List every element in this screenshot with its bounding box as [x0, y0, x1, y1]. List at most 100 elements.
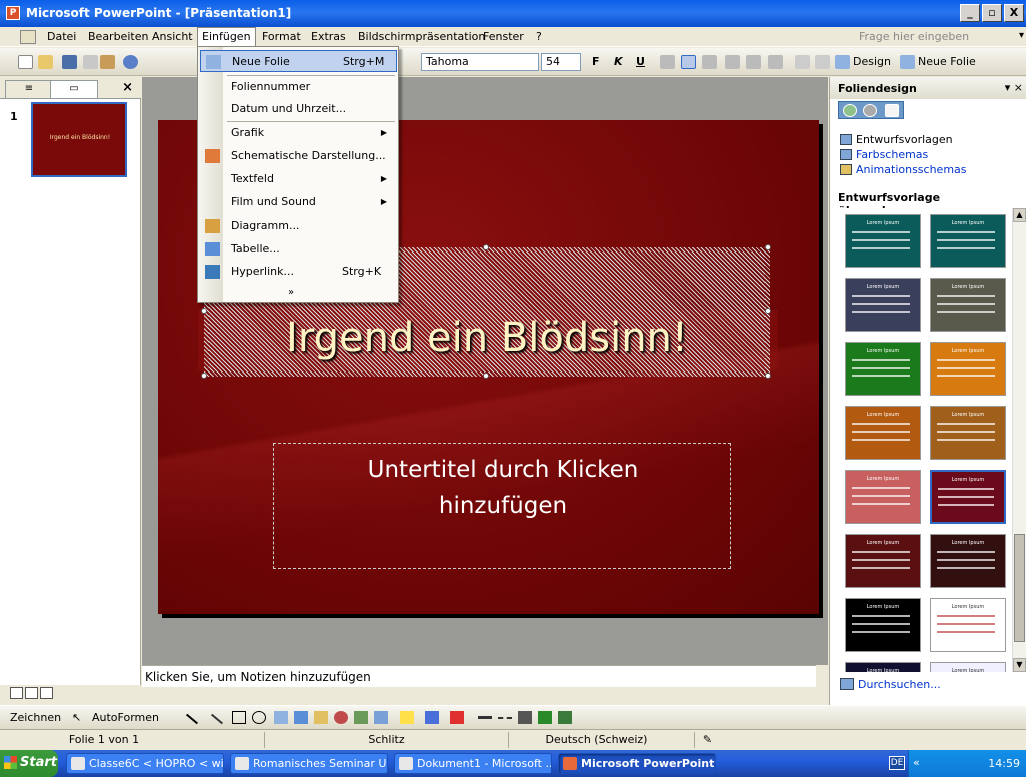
tab-outline[interactable]: ≡: [5, 80, 53, 98]
minimize-button[interactable]: _: [960, 4, 980, 22]
slideshow-icon[interactable]: [40, 687, 53, 699]
browse-link[interactable]: Durchsuchen...: [840, 678, 941, 691]
insert-menu-item[interactable]: Neue Folie Strg+M: [200, 50, 397, 72]
tab-slides[interactable]: ▭: [50, 80, 98, 98]
expand-menu-icon[interactable]: »: [288, 287, 294, 298]
menu-bearbeiten[interactable]: Bearbeiten: [84, 30, 152, 43]
subtitle-placeholder[interactable]: Untertitel durch Klicken hinzufügen: [273, 443, 731, 569]
link-farbschemas[interactable]: Farbschemas: [840, 148, 928, 161]
design-template-thumbnail[interactable]: Lorem Ipsum: [845, 406, 921, 460]
font-size-select[interactable]: 54: [541, 53, 581, 71]
design-template-thumbnail[interactable]: Lorem Ipsum: [845, 662, 921, 672]
close-button[interactable]: X: [1004, 4, 1024, 22]
oval-icon[interactable]: [252, 711, 266, 724]
notes-pane[interactable]: Klicken Sie, um Notizen hinzuzufügen: [142, 665, 828, 687]
design-template-thumbnail[interactable]: Lorem Ipsum: [930, 470, 1006, 524]
draw-menu-button[interactable]: Zeichnen: [10, 711, 61, 724]
3d-icon[interactable]: [558, 711, 572, 724]
align-left-icon[interactable]: [660, 55, 675, 69]
close-pane-icon[interactable]: ×: [122, 80, 133, 95]
home-icon[interactable]: [885, 104, 899, 117]
title-bar[interactable]: P Microsoft PowerPoint - [Präsentation1]…: [0, 0, 1026, 27]
help-search-input[interactable]: Frage hier eingeben: [859, 29, 971, 45]
powerpoint-app-icon[interactable]: P: [6, 6, 20, 20]
design-template-thumbnail[interactable]: Lorem Ipsum: [845, 470, 921, 524]
subtitle-line-1[interactable]: Untertitel durch Klicken: [274, 452, 732, 488]
design-template-thumbnail[interactable]: Lorem Ipsum: [845, 278, 921, 332]
taskbar-item-powerpoint[interactable]: Microsoft PowerPoint ...: [558, 753, 716, 774]
resize-handle[interactable]: [483, 373, 489, 379]
line-color-icon[interactable]: [425, 711, 439, 724]
design-template-thumbnail[interactable]: Lorem Ipsum: [845, 214, 921, 268]
new-slide-toolbar-icon[interactable]: [900, 55, 915, 69]
notes-placeholder[interactable]: Klicken Sie, um Notizen hinzuzufügen: [145, 670, 371, 684]
italic-button[interactable]: K: [614, 55, 623, 68]
insert-menu-item[interactable]: Datum und Uhrzeit...: [200, 98, 397, 120]
chart-insert-icon[interactable]: [314, 711, 328, 724]
scrollbar[interactable]: [816, 665, 828, 687]
design-template-thumbnail[interactable]: Lorem Ipsum: [845, 598, 921, 652]
language-indicator[interactable]: DE: [889, 756, 905, 770]
menu-help[interactable]: ?: [532, 30, 546, 43]
taskbar-item[interactable]: Classe6C < HOPRO < wi...: [66, 753, 224, 774]
dash-style-icon[interactable]: [498, 717, 512, 719]
slide-sorter-icon[interactable]: [25, 687, 38, 699]
underline-button[interactable]: U: [636, 55, 645, 68]
insert-menu-item[interactable]: Diagramm...: [200, 215, 397, 237]
normal-view-icon[interactable]: [10, 687, 23, 699]
menu-ansicht[interactable]: Ansicht: [148, 30, 197, 43]
wordart-icon[interactable]: [294, 711, 308, 724]
new-slide-button[interactable]: Neue Folie: [918, 55, 976, 68]
picture-icon[interactable]: [374, 711, 388, 724]
shadow-icon[interactable]: [538, 711, 552, 724]
subtitle-line-2[interactable]: hinzufügen: [274, 488, 732, 524]
resize-handle[interactable]: [483, 244, 489, 250]
open-icon[interactable]: [38, 55, 53, 69]
start-button[interactable]: Start: [0, 750, 58, 777]
menu-bildschirmpraesentation[interactable]: Bildschirmpräsentation: [354, 30, 489, 43]
menu-fenster[interactable]: Fenster: [479, 30, 528, 43]
gallery-scrollbar[interactable]: ▲ ▼: [1012, 208, 1026, 672]
insert-menu-item[interactable]: Hyperlink... Strg+K: [200, 261, 397, 283]
rectangle-icon[interactable]: [232, 711, 246, 724]
menu-format[interactable]: Format: [258, 30, 305, 43]
insert-menu-item[interactable]: Tabelle...: [200, 238, 397, 260]
back-icon[interactable]: [843, 104, 857, 117]
fill-color-icon[interactable]: [400, 711, 414, 724]
paste-icon[interactable]: [100, 55, 115, 69]
select-arrow-icon[interactable]: ↖: [72, 711, 81, 724]
design-template-thumbnail[interactable]: Lorem Ipsum: [930, 278, 1006, 332]
copy-icon[interactable]: [83, 55, 98, 69]
resize-handle[interactable]: [201, 373, 207, 379]
decrease-indent-icon[interactable]: [795, 55, 810, 69]
menu-datei[interactable]: Datei: [43, 30, 80, 43]
numbering-icon[interactable]: [725, 55, 740, 69]
new-icon[interactable]: [18, 55, 33, 69]
bold-button[interactable]: F: [592, 55, 600, 68]
design-template-thumbnail[interactable]: Lorem Ipsum: [930, 598, 1006, 652]
increase-font-icon[interactable]: [768, 55, 783, 69]
design-template-thumbnail[interactable]: Lorem Ipsum: [930, 406, 1006, 460]
undo-icon[interactable]: [123, 55, 138, 69]
font-name-select[interactable]: Tahoma: [421, 53, 539, 71]
resize-handle[interactable]: [765, 308, 771, 314]
link-entwurfsvorlagen[interactable]: Entwurfsvorlagen: [840, 133, 953, 146]
resize-handle[interactable]: [201, 308, 207, 314]
resize-handle[interactable]: [765, 244, 771, 250]
tray-expand-icon[interactable]: «: [913, 756, 920, 769]
taskbar-item[interactable]: Dokument1 - Microsoft ...: [394, 753, 552, 774]
design-template-thumbnail[interactable]: Lorem Ipsum: [930, 214, 1006, 268]
slide-title[interactable]: Irgend ein Blödsinn!: [209, 315, 765, 361]
design-template-thumbnail[interactable]: Lorem Ipsum: [845, 342, 921, 396]
task-pane-dropdown-icon[interactable]: ▾ ×: [1005, 81, 1023, 94]
increase-indent-icon[interactable]: [815, 55, 830, 69]
clipart-icon[interactable]: [354, 711, 368, 724]
line-icon[interactable]: [185, 713, 199, 725]
diagram-icon[interactable]: [334, 711, 348, 724]
design-template-thumbnail[interactable]: Lorem Ipsum: [930, 534, 1006, 588]
align-center-icon[interactable]: [681, 55, 696, 69]
arrow-icon[interactable]: [210, 713, 224, 725]
insert-menu-item[interactable]: Film und Sound ▶: [200, 191, 397, 213]
arrow-style-icon[interactable]: [518, 711, 532, 724]
design-icon[interactable]: [835, 55, 850, 69]
